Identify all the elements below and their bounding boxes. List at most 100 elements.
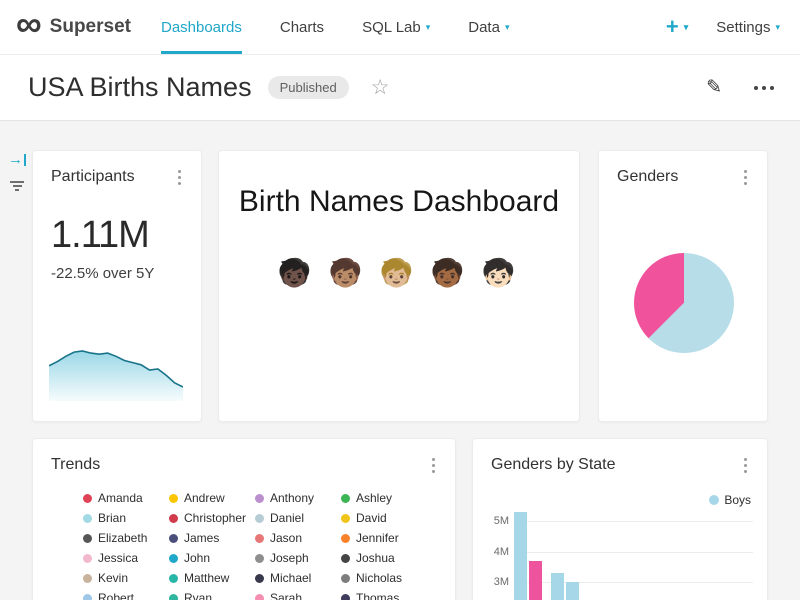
kebab-menu-icon[interactable] [178,176,181,179]
legend-item[interactable]: Brian [83,512,169,524]
legend-item[interactable]: John [169,552,255,564]
filter-icon[interactable] [9,181,25,193]
legend-label: Jessica [98,551,138,565]
legend-dot [255,554,264,563]
legend-label: Andrew [184,491,225,505]
nav-charts[interactable]: Charts [280,0,324,54]
legend-label: Nicholas [356,571,402,585]
main-nav: Dashboards Charts SQL Lab ▾ Data ▾ [161,0,509,54]
legend-label: Brian [98,511,126,525]
legend-dot [83,494,92,503]
kids-emoji-row: 🧒🏿 🧒🏽 🧒🏼 🧒🏾 🧒🏻 [219,257,579,289]
legend-dot [341,534,350,543]
legend-item[interactable]: Jennifer [341,532,427,544]
legend-dot [341,494,350,503]
legend-item[interactable]: Nicholas [341,572,427,584]
legend-item[interactable]: Daniel [255,512,341,524]
legend-dot [83,514,92,523]
legend-dot [341,574,350,583]
legend-label: Amanda [98,491,143,505]
legend-item[interactable]: Amanda [83,492,169,504]
bar[interactable] [551,573,564,600]
sparkline-area [49,351,183,401]
nav-sql-lab[interactable]: SQL Lab ▾ [362,0,430,54]
legend-dot [255,594,264,600]
legend-item[interactable]: Joshua [341,552,427,564]
legend-dot [169,594,178,600]
card-title: Trends [51,456,100,474]
legend-item[interactable]: Andrew [169,492,255,504]
legend-label: Ashley [356,491,392,505]
legend-dot [255,514,264,523]
navbar: ∞ Superset Dashboards Charts SQL Lab ▾ D… [0,0,800,55]
legend-item[interactable]: David [341,512,427,524]
kebab-menu-icon[interactable] [432,464,435,467]
legend-label: Joshua [356,551,395,565]
legend-item[interactable]: Kevin [83,572,169,584]
legend-item[interactable]: Ryan [169,592,255,600]
legend-item[interactable]: Anthony [255,492,341,504]
nav-data-label: Data [468,19,500,36]
y-tick-label: 5M [473,515,509,527]
bar[interactable] [566,582,579,600]
trends-legend: Amanda Andrew Anthony Ashley Brian Christophe… [83,492,455,600]
legend-label: Elizabeth [98,531,147,545]
legend-dot [255,494,264,503]
legend-label: David [356,511,387,525]
navbar-right: + ▾ Settings ▾ [666,0,780,54]
legend-label: Kevin [98,571,128,585]
expand-filter-bar-icon[interactable]: → [8,151,26,168]
legend-dot [255,534,264,543]
y-tick-label: 4M [473,546,509,558]
legend-dot [341,514,350,523]
legend-item[interactable]: Sarah [255,592,341,600]
nav-dashboards[interactable]: Dashboards [161,0,242,54]
legend-dot [83,554,92,563]
genders-pie[interactable] [634,253,734,353]
legend-dot [83,574,92,583]
legend-dot [169,554,178,563]
legend-dot [169,534,178,543]
legend-item[interactable]: Jessica [83,552,169,564]
new-button[interactable]: + ▾ [666,14,688,40]
superset-logo[interactable]: ∞ Superset [16,0,131,54]
legend-dot [169,494,178,503]
legend-item[interactable]: Elizabeth [83,532,169,544]
published-badge[interactable]: Published [268,76,349,99]
legend-item[interactable]: Michael [255,572,341,584]
big-number-delta: -22.5% over 5Y [51,265,201,282]
more-actions-icon[interactable] [762,86,766,90]
legend-item[interactable]: Robert [83,592,169,600]
favorite-star-icon[interactable]: ☆ [371,75,390,100]
settings-menu[interactable]: Settings ▾ [716,19,780,36]
legend-dot [341,594,350,600]
edit-pencil-icon[interactable]: ✎ [706,76,722,99]
y-tick-label: 3M [473,576,509,588]
legend-label: Ryan [184,591,212,600]
legend-label: Jason [270,531,302,545]
chevron-down-icon: ▾ [505,23,510,32]
legend-label: Christopher [184,511,246,525]
legend-dot [83,534,92,543]
legend-item[interactable]: Joseph [255,552,341,564]
legend-item[interactable]: Thomas [341,592,427,600]
legend-dot [255,574,264,583]
nav-data[interactable]: Data ▾ [468,0,509,54]
markdown-heading: Birth Names Dashboard [219,185,579,219]
dashboard-canvas: → Participants 1.11M -22.5% over 5Y Birt… [0,121,800,600]
bar[interactable] [514,512,527,600]
legend-item[interactable]: Jason [255,532,341,544]
card-participants: Participants 1.11M -22.5% over 5Y [32,150,202,422]
plus-icon: + [666,14,679,40]
legend-item[interactable]: Ashley [341,492,427,504]
card-genders: Genders [598,150,768,422]
legend-dot [341,554,350,563]
legend-dot [169,514,178,523]
bar[interactable] [529,561,542,600]
legend-label: James [184,531,219,545]
kebab-menu-icon[interactable] [744,176,747,179]
legend-item[interactable]: Christopher [169,512,255,524]
legend-item[interactable]: James [169,532,255,544]
gridline [517,521,753,522]
legend-item[interactable]: Matthew [169,572,255,584]
